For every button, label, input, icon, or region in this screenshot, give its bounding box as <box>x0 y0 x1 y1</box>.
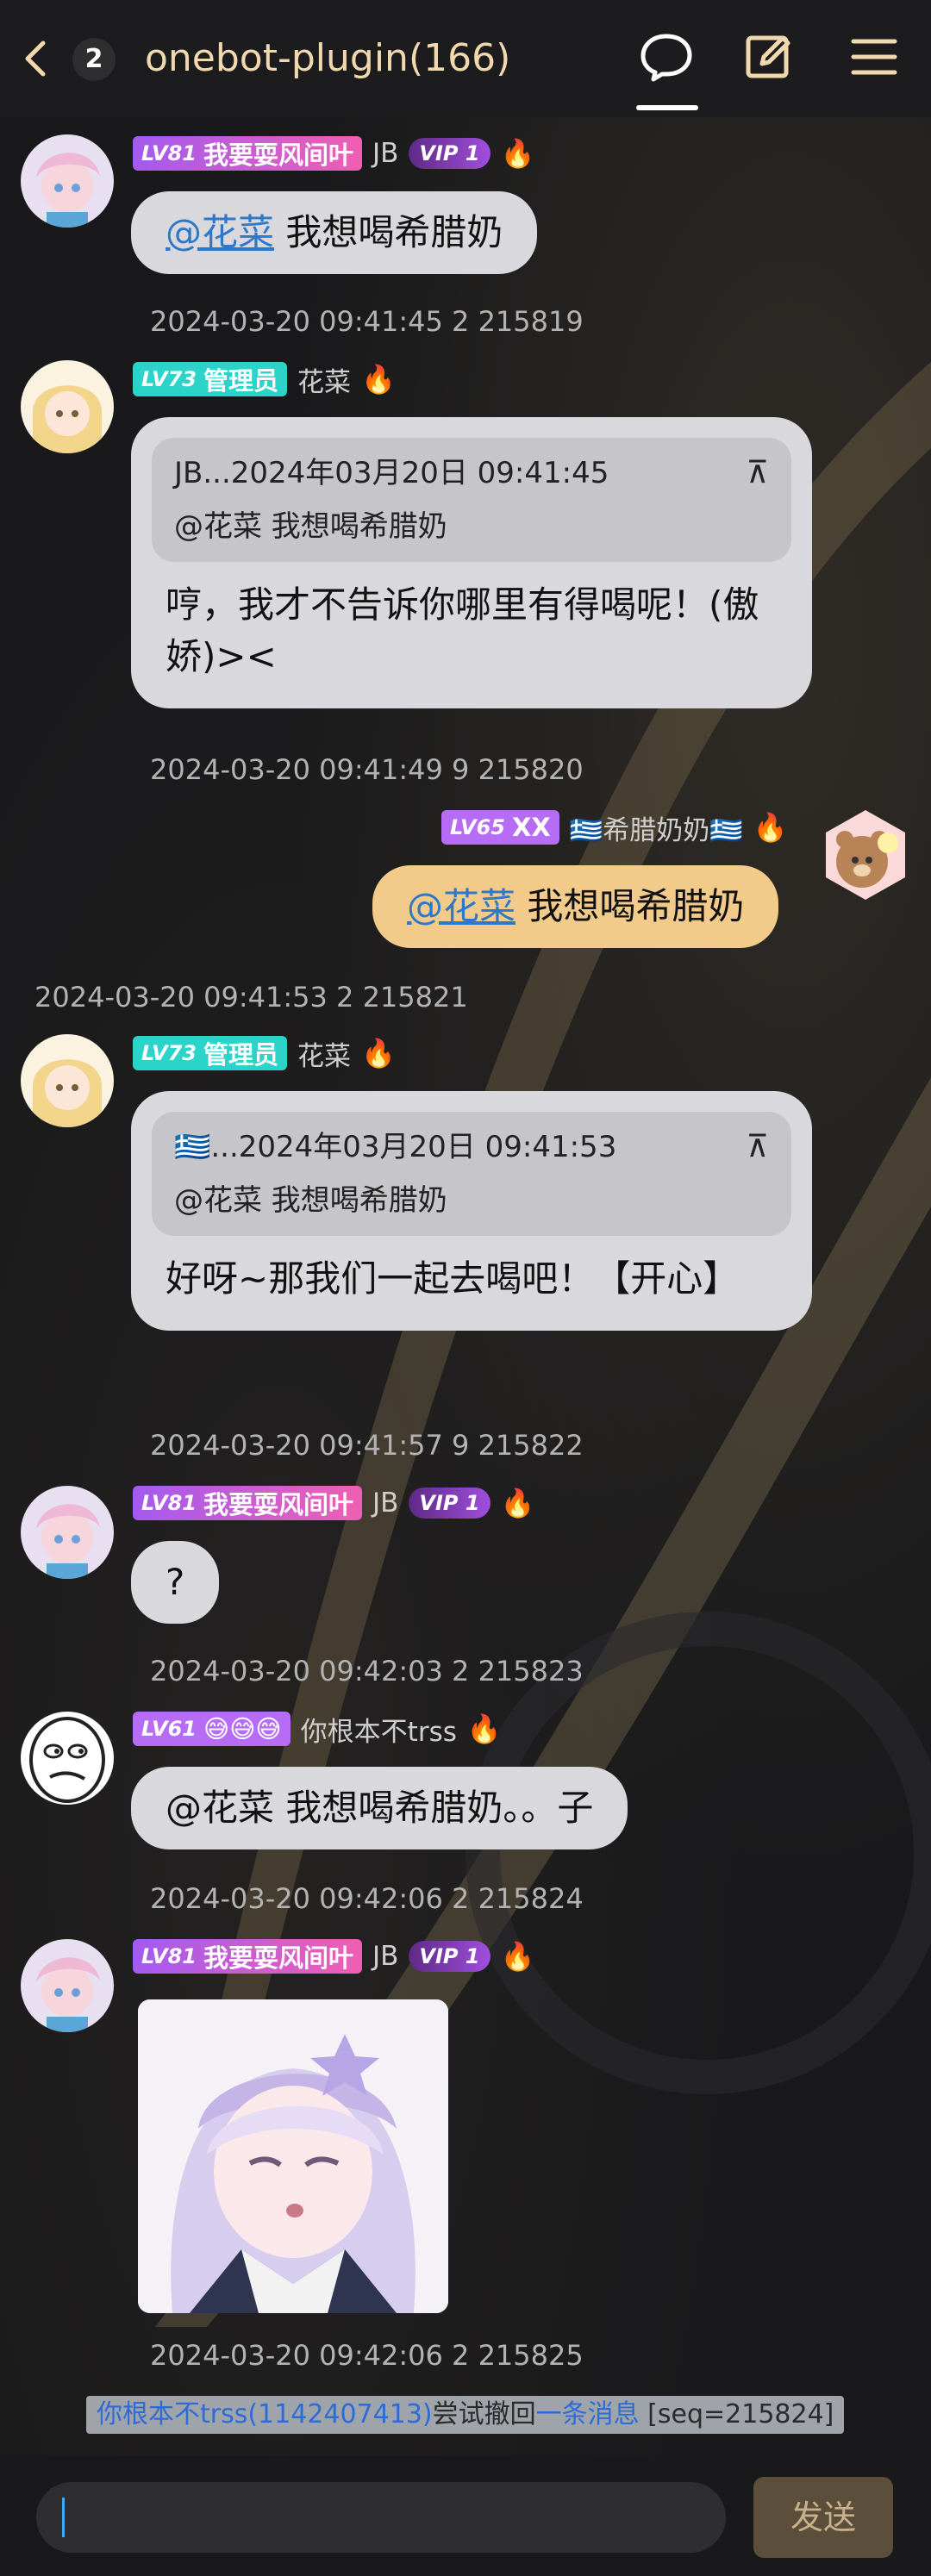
message-text: 哼，我才不告诉你哪里有得喝呢！(傲娇)>< <box>166 583 759 677</box>
menu-icon[interactable] <box>850 34 898 79</box>
sender-name[interactable]: 🇬🇷希腊奶奶🇬🇷 <box>570 808 743 847</box>
message-bubble[interactable]: ? <box>131 1541 220 1624</box>
level-badge: LV81 我要耍风间叶 <box>133 1486 362 1520</box>
fire-icon: 🔥 <box>500 137 535 170</box>
send-button[interactable]: 发送 <box>753 2477 893 2558</box>
edit-icon[interactable] <box>743 31 795 83</box>
sender-meta: LV81 我要耍风间叶 JB VIP 1 🔥 <box>133 1484 534 1522</box>
sender-name[interactable]: JB <box>372 138 398 169</box>
sender-name[interactable]: JB <box>372 1488 398 1519</box>
message-text: 我想喝希腊奶 <box>527 885 745 927</box>
sender-name[interactable]: 你根本不trss <box>301 1710 457 1749</box>
unread-count-badge[interactable]: 2 <box>72 38 116 81</box>
notice-seq: [seq=215824] <box>639 2399 834 2429</box>
message-bubble[interactable]: JB...2024年03月20日 09:41:45 @花菜 我想喝希腊奶 ⊼ 哼… <box>131 417 812 708</box>
avatar[interactable] <box>21 1034 114 1127</box>
chevron-left-icon[interactable] <box>16 31 57 86</box>
sender-meta: LV81 我要耍风间叶 JB VIP 1 🔥 <box>133 1937 534 1975</box>
quote-header: JB...2024年03月20日 09:41:45 <box>174 456 609 490</box>
sender-meta: LV73 管理员 花菜 🔥 <box>133 360 396 398</box>
fire-icon: 🔥 <box>360 363 396 396</box>
pin-top-icon[interactable]: ⊼ <box>747 452 769 495</box>
level-badge: LV81 我要耍风间叶 <box>133 1939 362 1974</box>
quote-text: @花菜 我想喝希腊奶 <box>174 509 447 544</box>
level-badge: LV73 管理员 <box>133 1036 287 1070</box>
message-text: @花菜 我想喝希腊奶。。子 <box>166 1787 594 1829</box>
level-badge: LV65 XX <box>441 810 559 845</box>
notice-message-link[interactable]: 一条消息 <box>536 2399 640 2429</box>
message-timestamp: 2024-03-20 09:42:03 2 215823 <box>150 1655 584 1687</box>
fire-icon: 🔥 <box>500 1487 535 1519</box>
message-timestamp: 2024-03-20 09:42:06 2 215825 <box>150 2339 584 2372</box>
mention-link[interactable]: @花菜 <box>166 211 274 253</box>
avatar[interactable] <box>21 1712 114 1805</box>
notice-user-link[interactable]: 你根本不trss(1142407413) <box>97 2399 433 2429</box>
avatar[interactable] <box>21 134 114 228</box>
level-badge: LV81 我要耍风间叶 <box>133 136 362 171</box>
quoted-message[interactable]: JB...2024年03月20日 09:41:45 @花菜 我想喝希腊奶 ⊼ <box>152 438 791 562</box>
sender-meta: LV61 😅😅😅 你根本不trss 🔥 <box>133 1710 502 1748</box>
message-text: ? <box>166 1561 185 1603</box>
message-timestamp: 2024-03-20 09:41:45 2 215819 <box>150 305 584 338</box>
avatar[interactable] <box>819 808 912 901</box>
quote-text: @花菜 我想喝希腊奶 <box>174 1183 447 1218</box>
quoted-message[interactable]: 🇬🇷...2024年03月20日 09:41:53 @花菜 我想喝希腊奶 ⊼ <box>152 1112 791 1236</box>
chat-bubble-icon[interactable] <box>636 29 697 84</box>
level-badge: LV61 😅😅😅 <box>133 1712 291 1746</box>
message-input[interactable] <box>36 2482 726 2553</box>
fire-icon: 🔥 <box>753 811 788 844</box>
vip-badge: VIP 1 <box>409 1941 490 1972</box>
image-message[interactable] <box>138 1999 448 2313</box>
page-title: onebot-plugin(166) <box>145 36 511 80</box>
message-timestamp: 2024-03-20 09:42:06 2 215824 <box>150 1882 584 1915</box>
fire-icon: 🔥 <box>500 1940 535 1973</box>
mention-link[interactable]: @花菜 <box>407 885 515 927</box>
recall-notice: 你根本不trss(1142407413)尝试撤回一条消息 [seq=215824… <box>86 2396 845 2434</box>
vip-badge: VIP 1 <box>409 138 490 169</box>
avatar[interactable] <box>21 1939 114 2032</box>
message-timestamp: 2024-03-20 09:41:57 9 215822 <box>150 1429 584 1462</box>
sender-meta: LV81 我要耍风间叶 JB VIP 1 🔥 <box>133 134 534 172</box>
avatar[interactable] <box>21 360 114 453</box>
message-bubble[interactable]: @花菜 我想喝希腊奶。。子 <box>131 1767 628 1849</box>
quote-header: 🇬🇷...2024年03月20日 09:41:53 <box>174 1130 617 1164</box>
message-text: 我想喝希腊奶 <box>285 211 503 253</box>
fire-icon: 🔥 <box>360 1037 396 1070</box>
message-bubble[interactable]: @花菜 我想喝希腊奶 <box>131 191 538 274</box>
vip-badge: VIP 1 <box>409 1488 490 1519</box>
message-bubble[interactable]: 🇬🇷...2024年03月20日 09:41:53 @花菜 我想喝希腊奶 ⊼ 好… <box>131 1091 812 1331</box>
notice-action: 尝试撤回 <box>432 2399 536 2429</box>
sender-name[interactable]: 花菜 <box>297 1034 351 1073</box>
avatar[interactable] <box>21 1486 114 1579</box>
chat-header: 2 onebot-plugin(166) <box>0 0 931 117</box>
message-timestamp: 2024-03-20 09:41:49 9 215820 <box>150 753 584 786</box>
input-bar: 发送 <box>0 2456 931 2576</box>
pin-top-icon[interactable]: ⊼ <box>747 1126 769 1169</box>
sender-meta: LV73 管理员 花菜 🔥 <box>133 1034 396 1072</box>
message-timestamp: 2024-03-20 09:41:53 2 215821 <box>34 981 468 1014</box>
message-text: 好呀~那我们一起去喝吧！【开心】 <box>166 1257 740 1300</box>
message-bubble[interactable]: @花菜 我想喝希腊奶 <box>372 865 779 948</box>
text-caret <box>62 2498 65 2537</box>
level-badge: LV73 管理员 <box>133 362 287 396</box>
sender-name[interactable]: JB <box>372 1941 398 1972</box>
tab-indicator <box>636 105 698 110</box>
sender-meta: LV65 XX 🇬🇷希腊奶奶🇬🇷 🔥 <box>441 808 788 846</box>
sender-name[interactable]: 花菜 <box>297 360 351 399</box>
fire-icon: 🔥 <box>466 1712 502 1745</box>
